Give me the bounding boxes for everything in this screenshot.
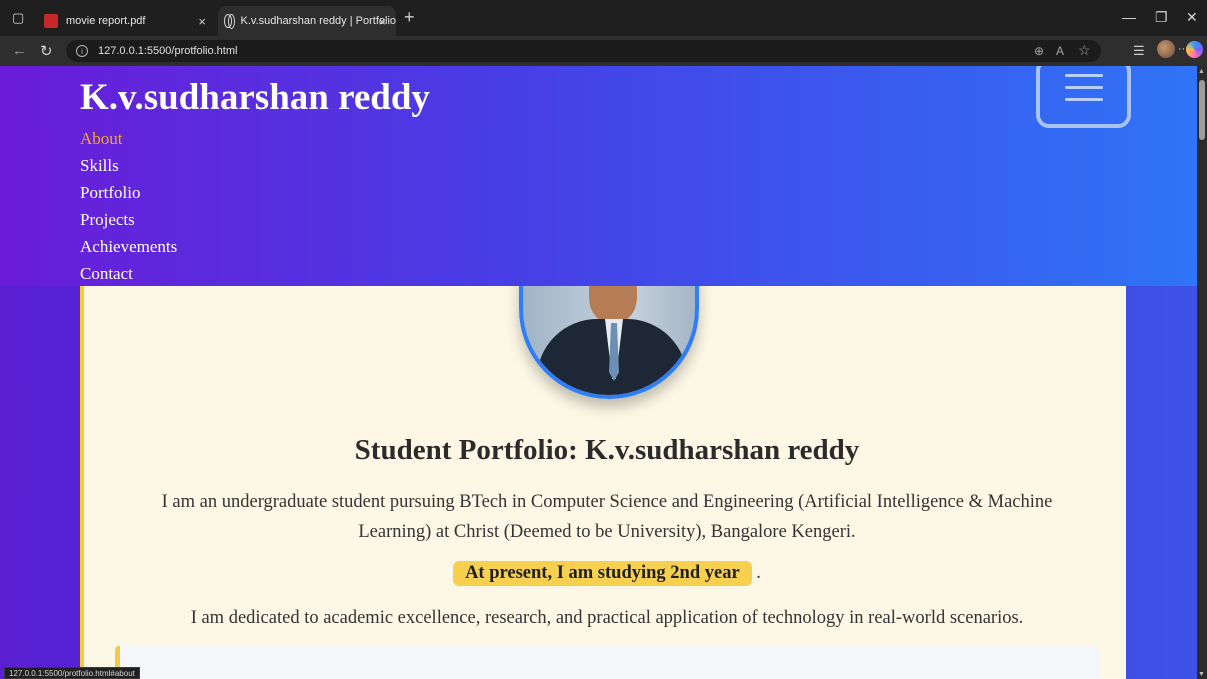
portfolio-heading: Student Portfolio: K.v.sudharshan reddy [354, 434, 860, 466]
about-section: Student Portfolio: K.v.sudharshan reddy … [80, 271, 1126, 679]
new-tab-icon[interactable]: + [404, 7, 415, 28]
globe-icon [224, 14, 236, 29]
browser-tab-bar: ▢ movie report.pdf × K.v.sudharshan redd… [0, 0, 1207, 36]
back-icon[interactable]: ← [12, 42, 27, 59]
browser-toolbar: ← ↻ i 127.0.0.1:5500/protfolio.html ⊕ A … [0, 36, 1207, 66]
tab-movie-report[interactable]: movie report.pdf × [40, 6, 216, 36]
scroll-up-icon[interactable]: ▲ [1198, 68, 1205, 75]
year-highlight: At present, I am studying 2nd year [453, 561, 752, 586]
workspaces-icon[interactable]: ▢ [12, 10, 24, 26]
refresh-icon[interactable]: ↻ [40, 42, 53, 60]
close-tab-icon[interactable]: × [198, 14, 206, 29]
profile-photo [519, 271, 699, 399]
inner-info-card [115, 646, 1100, 679]
restore-icon[interactable]: ❐ [1155, 9, 1168, 26]
close-window-icon[interactable]: ✕ [1186, 9, 1198, 26]
scrollbar-thumb[interactable] [1199, 80, 1205, 140]
profile-avatar[interactable] [1157, 40, 1175, 58]
favorites-icon[interactable]: ☰ [1133, 43, 1145, 59]
pdf-icon [44, 14, 58, 28]
nav-link-achievements[interactable]: Achievements [80, 237, 177, 264]
site-header: K.v.sudharshan reddy About Skills Portfo… [0, 66, 1197, 286]
link-status-bar: 127.0.0.1:5500/protfolio.html#about [4, 667, 140, 679]
tab-title: K.v.sudharshan reddy | Portfolio [240, 15, 396, 27]
main-nav: About Skills Portfolio Projects Achievem… [80, 129, 177, 291]
hamburger-menu-button[interactable] [1036, 66, 1131, 128]
intro-paragraph: I am an undergraduate student pursuing B… [161, 492, 1053, 542]
menu-bar-icon [1065, 86, 1103, 89]
page-viewport: K.v.sudharshan reddy About Skills Portfo… [0, 66, 1197, 679]
tab-title: movie report.pdf [66, 15, 146, 27]
nav-link-about[interactable]: About [80, 129, 177, 156]
page-scrollbar[interactable]: ▲ ▼ [1197, 66, 1207, 679]
menu-bar-icon [1065, 74, 1103, 77]
nav-link-portfolio[interactable]: Portfolio [80, 183, 177, 210]
close-tab-icon[interactable]: × [378, 14, 386, 29]
year-line: At present, I am studying 2nd year . [84, 561, 1130, 586]
nav-link-skills[interactable]: Skills [80, 156, 177, 183]
favorite-star-icon[interactable]: ☆ [1078, 42, 1091, 59]
site-title: K.v.sudharshan reddy [80, 77, 430, 118]
year-suffix: . [756, 563, 761, 583]
copilot-icon[interactable] [1186, 41, 1203, 58]
nav-link-contact[interactable]: Contact [80, 264, 177, 291]
address-bar[interactable]: i 127.0.0.1:5500/protfolio.html ⊕ A ☆ [66, 40, 1101, 62]
scroll-down-icon[interactable]: ▼ [1198, 671, 1205, 678]
nav-link-projects[interactable]: Projects [80, 210, 177, 237]
tab-portfolio[interactable]: K.v.sudharshan reddy | Portfolio × [218, 6, 396, 36]
dedication-paragraph: I am dedicated to academic excellence, r… [190, 608, 1024, 628]
site-info-icon[interactable]: i [76, 45, 88, 57]
read-aloud-icon[interactable]: A [1056, 44, 1064, 58]
zoom-icon[interactable]: ⊕ [1034, 44, 1044, 58]
minimize-icon[interactable]: — [1122, 9, 1136, 25]
url-text: 127.0.0.1:5500/protfolio.html [98, 45, 238, 57]
menu-bar-icon [1065, 98, 1103, 101]
